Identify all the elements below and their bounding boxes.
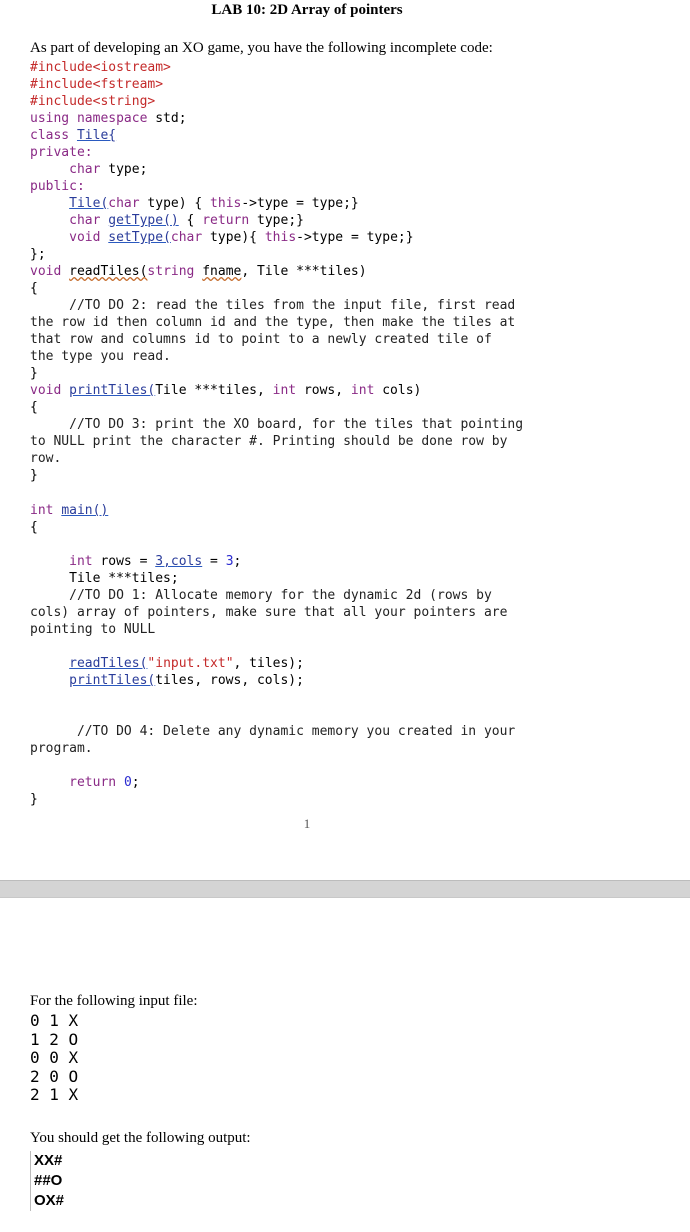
intro-text: As part of developing an XO game, you ha… <box>30 40 493 56</box>
code-block-main: int main() { int rows = 3,cols = 3; Tile… <box>30 503 516 807</box>
page-title: LAB 10: 2D Array of pointers <box>211 2 403 18</box>
page-number: 1 <box>303 816 311 831</box>
code-block: #include<iostream> #include<fstream> #in… <box>30 60 524 483</box>
page-1: LAB 10: 2D Array of pointers As part of … <box>0 0 690 880</box>
page-2: For the following input file: 0 1 X 1 2 … <box>0 897 690 1232</box>
expected-output: XX# ##O OX# <box>30 1151 64 1211</box>
output-label: You should get the following output: <box>30 1130 251 1146</box>
page-separator <box>0 880 690 898</box>
input-file-content: 0 1 X 1 2 O 0 0 X 2 0 O 2 1 X <box>30 1011 79 1104</box>
output-line: OX# <box>34 1192 65 1209</box>
input-label: For the following input file: <box>30 993 198 1009</box>
output-line: ##O <box>34 1172 63 1189</box>
output-line: XX# <box>34 1152 63 1169</box>
